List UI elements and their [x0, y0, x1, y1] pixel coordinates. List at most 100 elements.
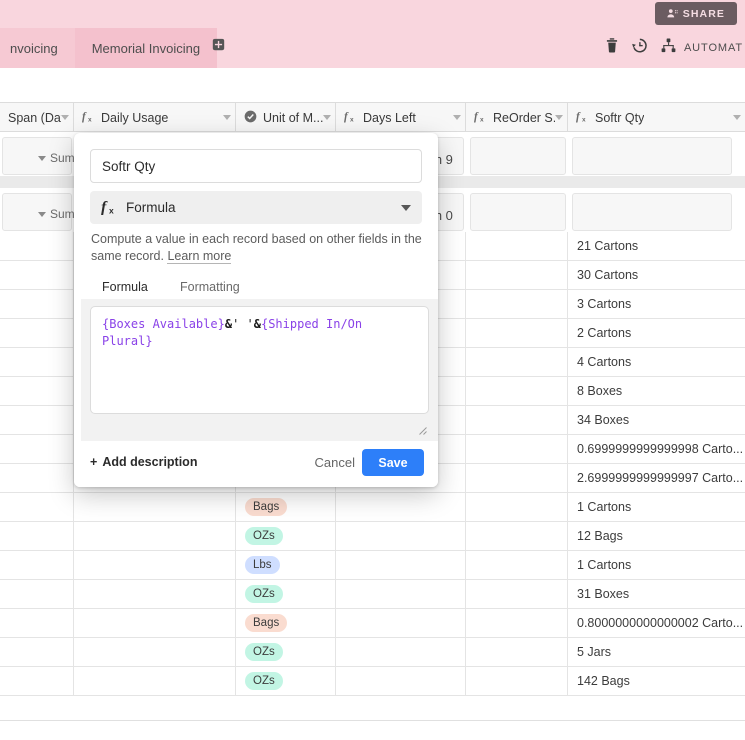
cell-empty[interactable] — [466, 435, 568, 463]
automations-label[interactable]: AUTOMAT — [684, 42, 743, 54]
column-header-days-left[interactable]: fx Days Left — [336, 103, 466, 132]
cell-empty[interactable] — [466, 290, 568, 318]
summary-collapse-1[interactable]: Sum — [38, 151, 75, 165]
cell-empty[interactable] — [0, 435, 74, 463]
cell-softr-qty[interactable]: 34 Boxes — [568, 406, 745, 434]
column-header-daily-usage[interactable]: fx Daily Usage — [74, 103, 236, 132]
tab-invoicing[interactable]: nvoicing — [0, 28, 75, 68]
chevron-down-icon[interactable] — [401, 204, 411, 211]
cell-empty[interactable] — [0, 638, 74, 666]
cell-empty[interactable] — [466, 609, 568, 637]
cell-empty[interactable] — [74, 667, 236, 695]
chevron-down-icon[interactable] — [453, 115, 461, 120]
add-description-button[interactable]: + Add description — [90, 455, 197, 469]
cell-unit-of-measure[interactable]: Bags — [236, 609, 336, 637]
share-button[interactable]: SHARE — [654, 2, 737, 25]
cell-empty[interactable] — [336, 551, 466, 579]
cell-empty[interactable] — [0, 522, 74, 550]
cell-empty[interactable] — [0, 464, 74, 492]
table-row[interactable]: OZs 31 Boxes — [0, 580, 745, 609]
cell-softr-qty[interactable]: 1 Cartons — [568, 551, 745, 579]
table-row[interactable]: OZs 5 Jars — [0, 638, 745, 667]
cell-softr-qty[interactable]: 2.6999999999999997 Carto... — [568, 464, 745, 492]
summary-cell[interactable] — [470, 137, 566, 175]
cell-empty[interactable] — [74, 522, 236, 550]
cell-empty[interactable] — [466, 580, 568, 608]
table-row[interactable]: Bags 1 Cartons — [0, 493, 745, 522]
cell-empty[interactable] — [74, 493, 236, 521]
trash-icon[interactable] — [606, 38, 618, 58]
cell-empty[interactable] — [336, 580, 466, 608]
chevron-down-icon[interactable] — [555, 115, 563, 120]
cell-empty[interactable] — [336, 667, 466, 695]
cell-empty[interactable] — [74, 638, 236, 666]
cell-empty[interactable] — [466, 493, 568, 521]
table-row[interactable]: OZs 12 Bags — [0, 522, 745, 551]
summary-collapse-2[interactable]: Sum — [38, 207, 75, 221]
column-header-unit-of-measure[interactable]: Unit of M... — [236, 103, 336, 132]
add-table-button[interactable] — [210, 38, 226, 55]
chevron-down-icon[interactable] — [733, 115, 741, 120]
cell-empty[interactable] — [466, 464, 568, 492]
cell-unit-of-measure[interactable]: Bags — [236, 493, 336, 521]
cell-empty[interactable] — [466, 406, 568, 434]
cell-softr-qty[interactable]: 30 Cartons — [568, 261, 745, 289]
cell-empty[interactable] — [466, 232, 568, 260]
cell-empty[interactable] — [0, 261, 74, 289]
summary-cell[interactable] — [470, 193, 566, 231]
cancel-button[interactable]: Cancel — [315, 455, 355, 470]
chevron-down-icon[interactable] — [223, 115, 231, 120]
cell-unit-of-measure[interactable]: Lbs — [236, 551, 336, 579]
cell-empty[interactable] — [466, 667, 568, 695]
table-row[interactable]: Bags 0.8000000000000002 Carto... — [0, 609, 745, 638]
cell-empty[interactable] — [0, 406, 74, 434]
cell-empty[interactable] — [336, 493, 466, 521]
chevron-down-icon[interactable] — [323, 115, 331, 120]
column-header-span-days[interactable]: Span (Days) — [0, 103, 74, 132]
history-icon[interactable] — [632, 38, 647, 58]
cell-empty[interactable] — [0, 667, 74, 695]
tab-memorial-invoicing[interactable]: Memorial Invoicing — [74, 28, 218, 68]
cell-empty[interactable] — [466, 377, 568, 405]
field-name-input[interactable] — [90, 149, 422, 183]
cell-empty[interactable] — [0, 348, 74, 376]
cell-unit-of-measure[interactable]: OZs — [236, 580, 336, 608]
column-header-softr-qty[interactable]: fx Softr Qty — [568, 103, 745, 132]
cell-softr-qty[interactable]: 8 Boxes — [568, 377, 745, 405]
cell-softr-qty[interactable]: 0.8000000000000002 Carto... — [568, 609, 745, 637]
cell-empty[interactable] — [74, 580, 236, 608]
cell-empty[interactable] — [336, 522, 466, 550]
cell-empty[interactable] — [466, 551, 568, 579]
cell-softr-qty[interactable]: 3 Cartons — [568, 290, 745, 318]
learn-more-link[interactable]: Learn more — [167, 249, 232, 264]
cell-empty[interactable] — [466, 522, 568, 550]
table-row[interactable]: OZs 142 Bags — [0, 667, 745, 696]
cell-unit-of-measure[interactable]: OZs — [236, 638, 336, 666]
formula-input[interactable]: {Boxes Available}&' '&{Shipped In/On Plu… — [90, 306, 429, 414]
field-type-select[interactable]: fx Formula — [90, 191, 422, 224]
cell-empty[interactable] — [466, 638, 568, 666]
cell-softr-qty[interactable]: 1 Cartons — [568, 493, 745, 521]
save-button[interactable]: Save — [362, 449, 424, 476]
cell-empty[interactable] — [336, 609, 466, 637]
tab-formula[interactable]: Formula — [90, 275, 160, 299]
cell-empty[interactable] — [74, 609, 236, 637]
cell-empty[interactable] — [0, 580, 74, 608]
cell-empty[interactable] — [0, 319, 74, 347]
cell-softr-qty[interactable]: 142 Bags — [568, 667, 745, 695]
cell-empty[interactable] — [336, 638, 466, 666]
cell-softr-qty[interactable]: 4 Cartons — [568, 348, 745, 376]
summary-cell[interactable] — [572, 137, 732, 175]
cell-softr-qty[interactable]: 0.6999999999999998 Carto... — [568, 435, 745, 463]
tab-formatting[interactable]: Formatting — [168, 275, 252, 299]
cell-empty[interactable] — [466, 348, 568, 376]
cell-softr-qty[interactable]: 2 Cartons — [568, 319, 745, 347]
cell-softr-qty[interactable]: 31 Boxes — [568, 580, 745, 608]
cell-empty[interactable] — [0, 290, 74, 318]
automations-icon[interactable] — [661, 38, 676, 58]
summary-cell[interactable] — [572, 193, 732, 231]
cell-softr-qty[interactable]: 5 Jars — [568, 638, 745, 666]
cell-softr-qty[interactable]: 12 Bags — [568, 522, 745, 550]
cell-empty[interactable] — [0, 551, 74, 579]
table-row[interactable]: Lbs 1 Cartons — [0, 551, 745, 580]
